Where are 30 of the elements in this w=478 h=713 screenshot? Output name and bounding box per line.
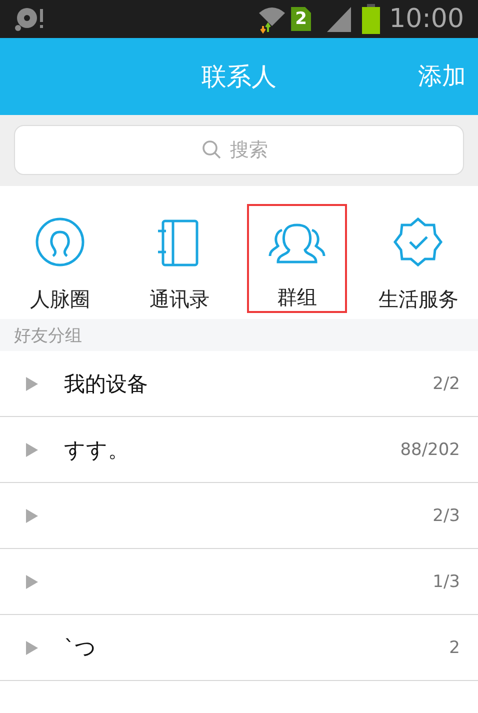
group-name: すす。	[64, 436, 130, 464]
expand-arrow-icon	[26, 640, 38, 654]
group-count: 1/3	[432, 572, 460, 592]
group-count: 2/3	[432, 506, 460, 526]
group-row[interactable]: 2/3	[0, 483, 478, 549]
clock: 10:00	[389, 4, 464, 34]
expand-arrow-icon	[26, 376, 38, 390]
group-count: 2/2	[432, 374, 460, 394]
group-name: 我的设备	[64, 370, 149, 398]
battery-icon	[361, 4, 382, 34]
signal-icon	[325, 5, 354, 33]
sim-badge: 2	[291, 7, 312, 31]
shortcut-button[interactable]: 群组	[247, 204, 346, 313]
check-badge-icon	[392, 216, 444, 268]
group-count: 2	[449, 638, 460, 658]
group-count: 88/202	[400, 440, 460, 460]
search-icon	[202, 140, 222, 160]
expand-arrow-icon	[26, 574, 38, 588]
section-header: 好友分组	[0, 319, 478, 351]
person-circle-icon	[34, 216, 86, 268]
group-row[interactable]: すす。 88/202	[0, 417, 478, 483]
group-row[interactable]: 1/3	[0, 549, 478, 615]
group-row[interactable]: `つ 2	[0, 615, 478, 681]
expand-arrow-icon	[26, 442, 38, 456]
screen-title: 联系人	[202, 61, 276, 93]
search-field[interactable]: 搜索	[228, 138, 276, 162]
group-row[interactable]: 我的设备 2/2	[0, 351, 478, 417]
group-name: `つ	[64, 634, 98, 662]
notebook-icon	[157, 218, 202, 268]
expand-arrow-icon	[26, 508, 38, 522]
